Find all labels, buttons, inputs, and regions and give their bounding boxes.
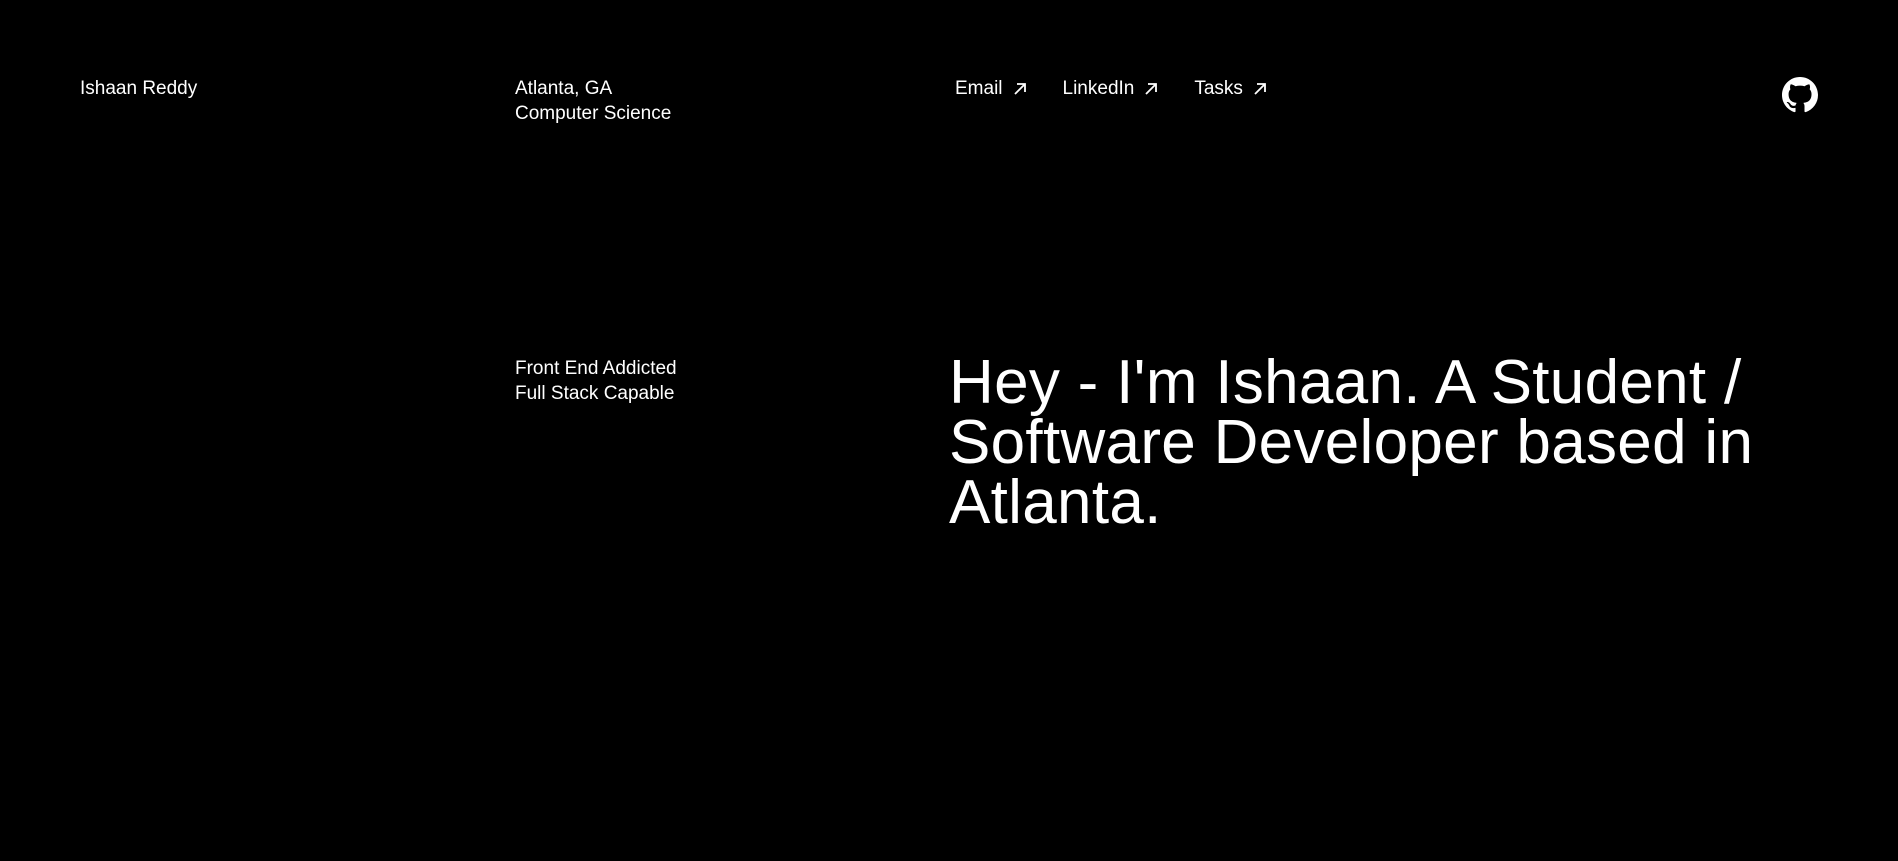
github-icon[interactable] <box>1782 77 1818 113</box>
nav-link-tasks[interactable]: Tasks <box>1194 76 1268 101</box>
hero-line-1: Hey - I'm Ishaan. A Student / <box>949 348 1742 417</box>
site-name: Ishaan Reddy <box>80 78 198 99</box>
top-nav: Email LinkedIn Tasks <box>955 76 1303 101</box>
hero-line-3: Atlanta. <box>949 468 1162 537</box>
hero-line-2: Software Developer based in <box>949 408 1754 477</box>
arrow-up-right-icon <box>1013 82 1026 95</box>
nav-link-label: Tasks <box>1194 78 1243 99</box>
nav-link-label: LinkedIn <box>1062 78 1135 99</box>
nav-link-label: Email <box>955 78 1003 99</box>
arrow-up-right-icon <box>1254 82 1266 95</box>
location-block: Atlanta, GA Computer Science <box>515 76 671 126</box>
tagline-line-2: Full Stack Capable <box>515 383 675 404</box>
arrow-up-right-icon <box>1145 82 1158 95</box>
github-mark <box>1782 77 1818 113</box>
nav-link-linkedin[interactable]: LinkedIn <box>1063 76 1160 101</box>
location-text: Atlanta, GA <box>515 78 613 99</box>
hero-heading: Hey - I'm Ishaan. A Student / Software D… <box>949 348 1829 537</box>
tagline-block: Front End Addicted Full Stack Capable <box>515 356 677 406</box>
nav-link-email[interactable]: Email <box>955 76 1028 101</box>
field-text: Computer Science <box>515 103 672 124</box>
tagline-line-1: Front End Addicted <box>515 358 677 379</box>
